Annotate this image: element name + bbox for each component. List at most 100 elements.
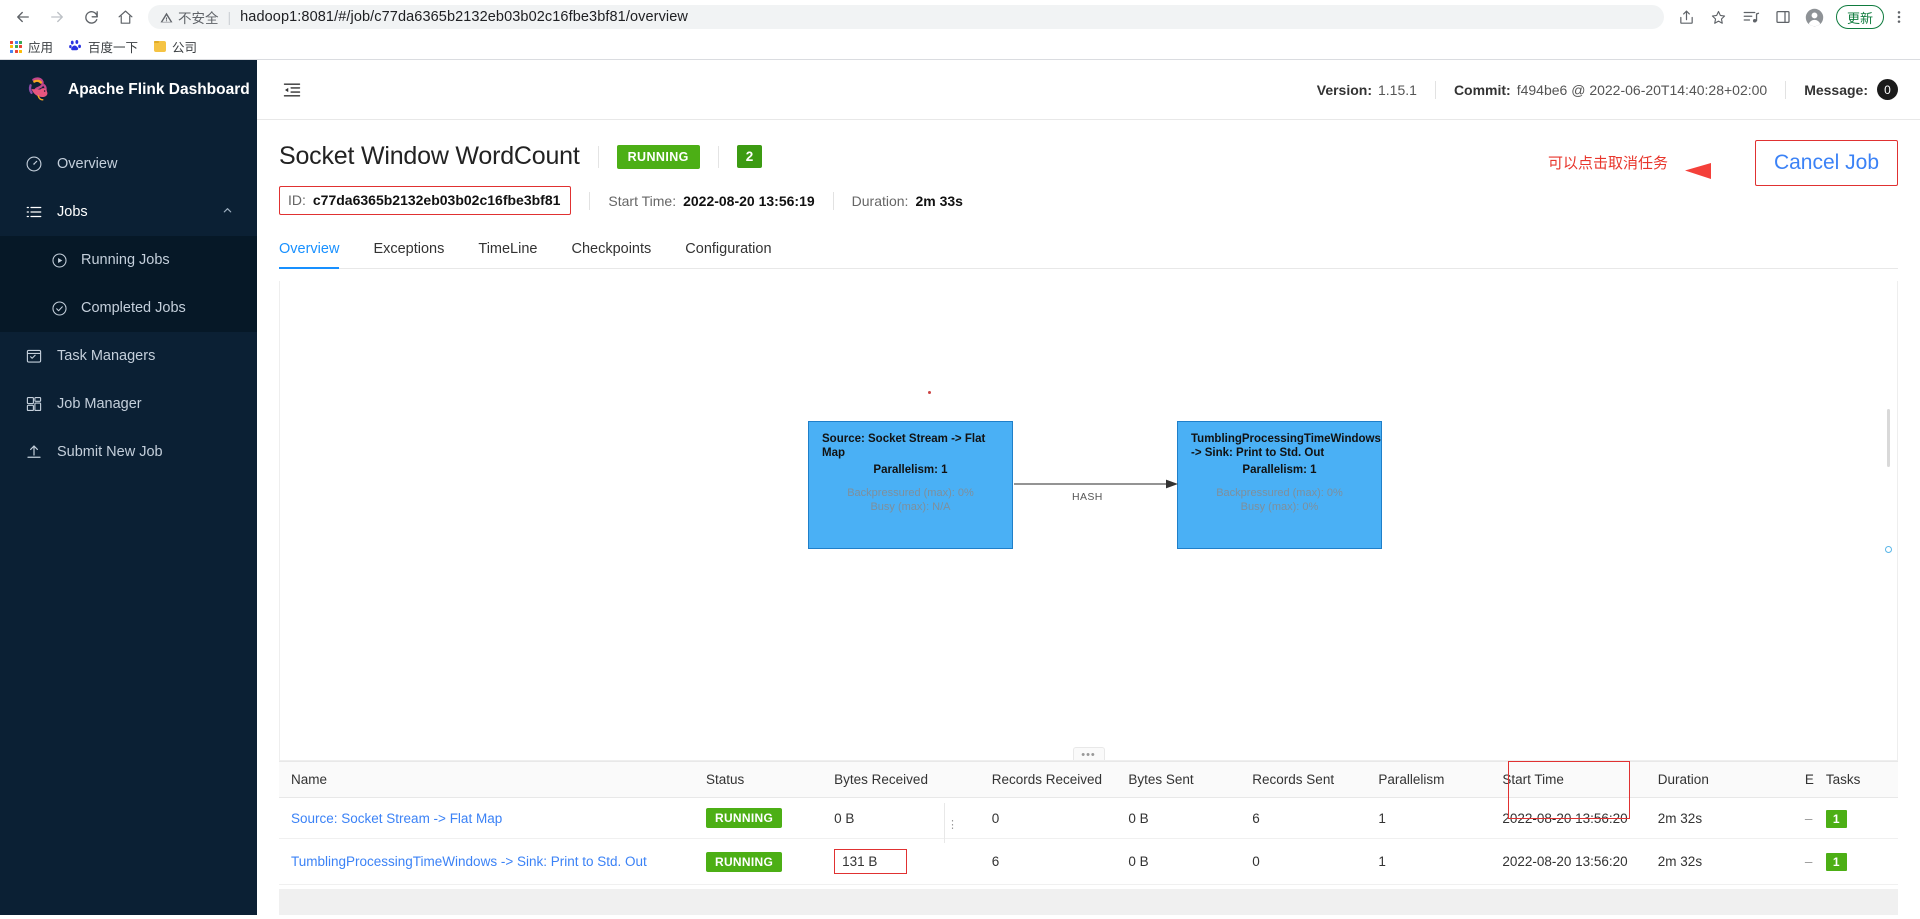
table-row[interactable]: Source: Socket Stream -> Flat Map RUNNIN… — [279, 797, 1898, 839]
sidebar-item-job-manager[interactable]: Job Manager — [0, 380, 257, 428]
security-warning-text: 不安全 — [178, 11, 219, 26]
brand-header[interactable]: Apache Flink Dashboard — [0, 60, 257, 120]
job-content: Socket Window WordCount RUNNING 2 ID: c7… — [257, 120, 1920, 915]
col-duration[interactable]: Duration — [1645, 761, 1793, 798]
divider — [1785, 80, 1787, 99]
menu-fold-icon[interactable] — [279, 77, 305, 103]
three-dot-menu-icon[interactable] — [1886, 9, 1912, 25]
tab-overview[interactable]: Overview — [279, 241, 340, 269]
star-icon[interactable] — [1704, 2, 1734, 32]
sidebar-item-label: Task Managers — [57, 348, 156, 364]
col-start-time[interactable]: Start Time — [1490, 761, 1646, 798]
side-panel-icon[interactable] — [1768, 2, 1798, 32]
cell-start-time: 2022-08-20 13:56:20 — [1490, 838, 1646, 885]
main-area: Version: 1.15.1 Commit: f494be6 @ 2022-0… — [257, 60, 1920, 915]
cell-bytes-received: 131 B — [822, 838, 980, 885]
cell-bytes-received: 0 B — [822, 797, 980, 839]
sidebar-item-label: Completed Jobs — [81, 300, 186, 316]
bookmark-apps[interactable]: 应用 — [10, 37, 53, 56]
cancel-job-button[interactable]: Cancel Job — [1774, 151, 1879, 174]
col-records-received[interactable]: Records Received — [979, 761, 1117, 798]
cell-name[interactable]: TumblingProcessingTimeWindows -> Sink: P… — [279, 838, 694, 885]
job-id-value: c77da6365b2132eb03b02c16fbe3bf81 — [312, 192, 561, 208]
row-options-icon[interactable]: ⋮ — [947, 820, 958, 831]
cell-tasks: 1 — [1813, 838, 1898, 885]
node-parallelism: Parallelism: 1 — [1242, 463, 1317, 476]
upload-icon — [24, 443, 43, 462]
omnibox-divider: | — [227, 9, 232, 25]
cell-e: – — [1792, 797, 1814, 839]
profile-avatar-icon[interactable] — [1800, 2, 1830, 32]
home-icon[interactable] — [110, 2, 140, 32]
job-graph-panel[interactable]: Source: Socket Stream -> Flat Map Parall… — [279, 281, 1898, 761]
cell-start-time: 2022-08-20 13:56:20 — [1490, 797, 1646, 839]
cell-parallelism: 1 — [1366, 797, 1491, 839]
cell-e: – — [1792, 838, 1814, 885]
resize-handle-icon[interactable]: ••• — [1072, 747, 1105, 760]
job-header: Socket Window WordCount RUNNING 2 ID: c7… — [279, 120, 1898, 215]
graph-node-sink[interactable]: TumblingProcessingTimeWindows -> Sink: P… — [1177, 421, 1382, 549]
graph-scroll-handle[interactable] — [1885, 546, 1892, 553]
back-icon[interactable] — [8, 2, 38, 32]
cell-name[interactable]: Source: Socket Stream -> Flat Map — [279, 797, 694, 839]
col-status[interactable]: Status — [693, 761, 823, 798]
sidebar-item-label: Submit New Job — [57, 444, 163, 460]
annotation-text: 可以点击取消任务 — [1547, 154, 1668, 172]
sidebar-item-submit-new-job[interactable]: Submit New Job — [0, 428, 257, 476]
media-list-icon[interactable] — [1736, 2, 1766, 32]
toolbar-right-icons: 更新 — [1672, 2, 1912, 32]
cell-status: RUNNING — [693, 838, 823, 885]
sidebar-item-jobs[interactable]: Jobs — [0, 188, 257, 236]
forward-icon[interactable] — [42, 2, 72, 32]
job-manager-icon — [24, 395, 43, 414]
reload-icon[interactable] — [76, 2, 106, 32]
graph-vertical-scrollbar[interactable] — [1887, 409, 1890, 467]
cell-tasks: 1 — [1813, 797, 1898, 839]
baidu-icon — [69, 39, 82, 55]
flink-squirrel-logo-icon — [24, 75, 54, 105]
col-bytes-sent[interactable]: Bytes Sent — [1116, 761, 1241, 798]
duration-value: 2m 33s — [915, 192, 963, 209]
sidebar-item-completed-jobs[interactable]: Completed Jobs — [0, 284, 257, 332]
table-row[interactable]: TumblingProcessingTimeWindows -> Sink: P… — [279, 838, 1898, 885]
column-divider — [944, 803, 945, 843]
tab-exceptions[interactable]: Exceptions — [373, 241, 444, 269]
col-e[interactable]: E — [1792, 761, 1814, 798]
subtask-link[interactable]: TumblingProcessingTimeWindows -> Sink: P… — [291, 854, 647, 869]
col-name[interactable]: Name — [279, 761, 694, 798]
security-warning-icon — [160, 11, 173, 24]
tab-timeline[interactable]: TimeLine — [478, 241, 537, 269]
col-records-sent[interactable]: Records Sent — [1240, 761, 1367, 798]
bookmark-baidu[interactable]: 百度一下 — [69, 37, 138, 56]
sidebar-item-overview[interactable]: Overview — [0, 140, 257, 188]
bookmark-label: 公司 — [172, 41, 198, 55]
update-button[interactable]: 更新 — [1835, 5, 1884, 29]
cell-duration: 2m 32s — [1645, 797, 1793, 839]
job-meta-row: ID: c77da6365b2132eb03b02c16fbe3bf81 Sta… — [279, 186, 1898, 215]
cancel-job-highlight: Cancel Job — [1754, 140, 1898, 186]
cell-records-sent: 0 — [1240, 838, 1367, 885]
sidebar: Apache Flink Dashboard Overview Jobs Run… — [0, 60, 257, 915]
cell-records-received: 0 — [979, 797, 1117, 839]
sidebar-item-task-managers[interactable]: Task Managers — [0, 332, 257, 380]
graph-node-source[interactable]: Source: Socket Stream -> Flat Map Parall… — [808, 421, 1013, 549]
share-icon[interactable] — [1672, 2, 1702, 32]
job-id-label: ID: — [288, 192, 306, 208]
chevron-up-icon[interactable] — [222, 205, 233, 219]
cell-bytes-sent: 0 B — [1116, 797, 1241, 839]
col-bytes-received[interactable]: Bytes Received — [822, 761, 980, 798]
node-backpressured: Backpressured (max): 0% — [1216, 486, 1343, 499]
sidebar-item-running-jobs[interactable]: Running Jobs — [0, 236, 257, 284]
tab-checkpoints[interactable]: Checkpoints — [571, 241, 651, 269]
play-circle-icon — [50, 251, 68, 269]
start-time-label: Start Time: — [608, 192, 677, 209]
address-bar[interactable]: 不安全 | hadoop1:8081/#/job/c77da6365b2132e… — [148, 5, 1664, 29]
browser-toolbar: 不安全 | hadoop1:8081/#/job/c77da6365b2132e… — [0, 0, 1920, 34]
message-count-badge[interactable]: 0 — [1877, 79, 1898, 100]
col-tasks[interactable]: Tasks — [1813, 761, 1898, 798]
tab-configuration[interactable]: Configuration — [685, 241, 771, 269]
bookmark-company-folder[interactable]: 公司 — [154, 37, 197, 56]
subtask-link[interactable]: Source: Socket Stream -> Flat Map — [291, 811, 502, 826]
bookmarks-bar: 应用 百度一下 公司 — [0, 34, 1920, 60]
col-parallelism[interactable]: Parallelism — [1366, 761, 1491, 798]
